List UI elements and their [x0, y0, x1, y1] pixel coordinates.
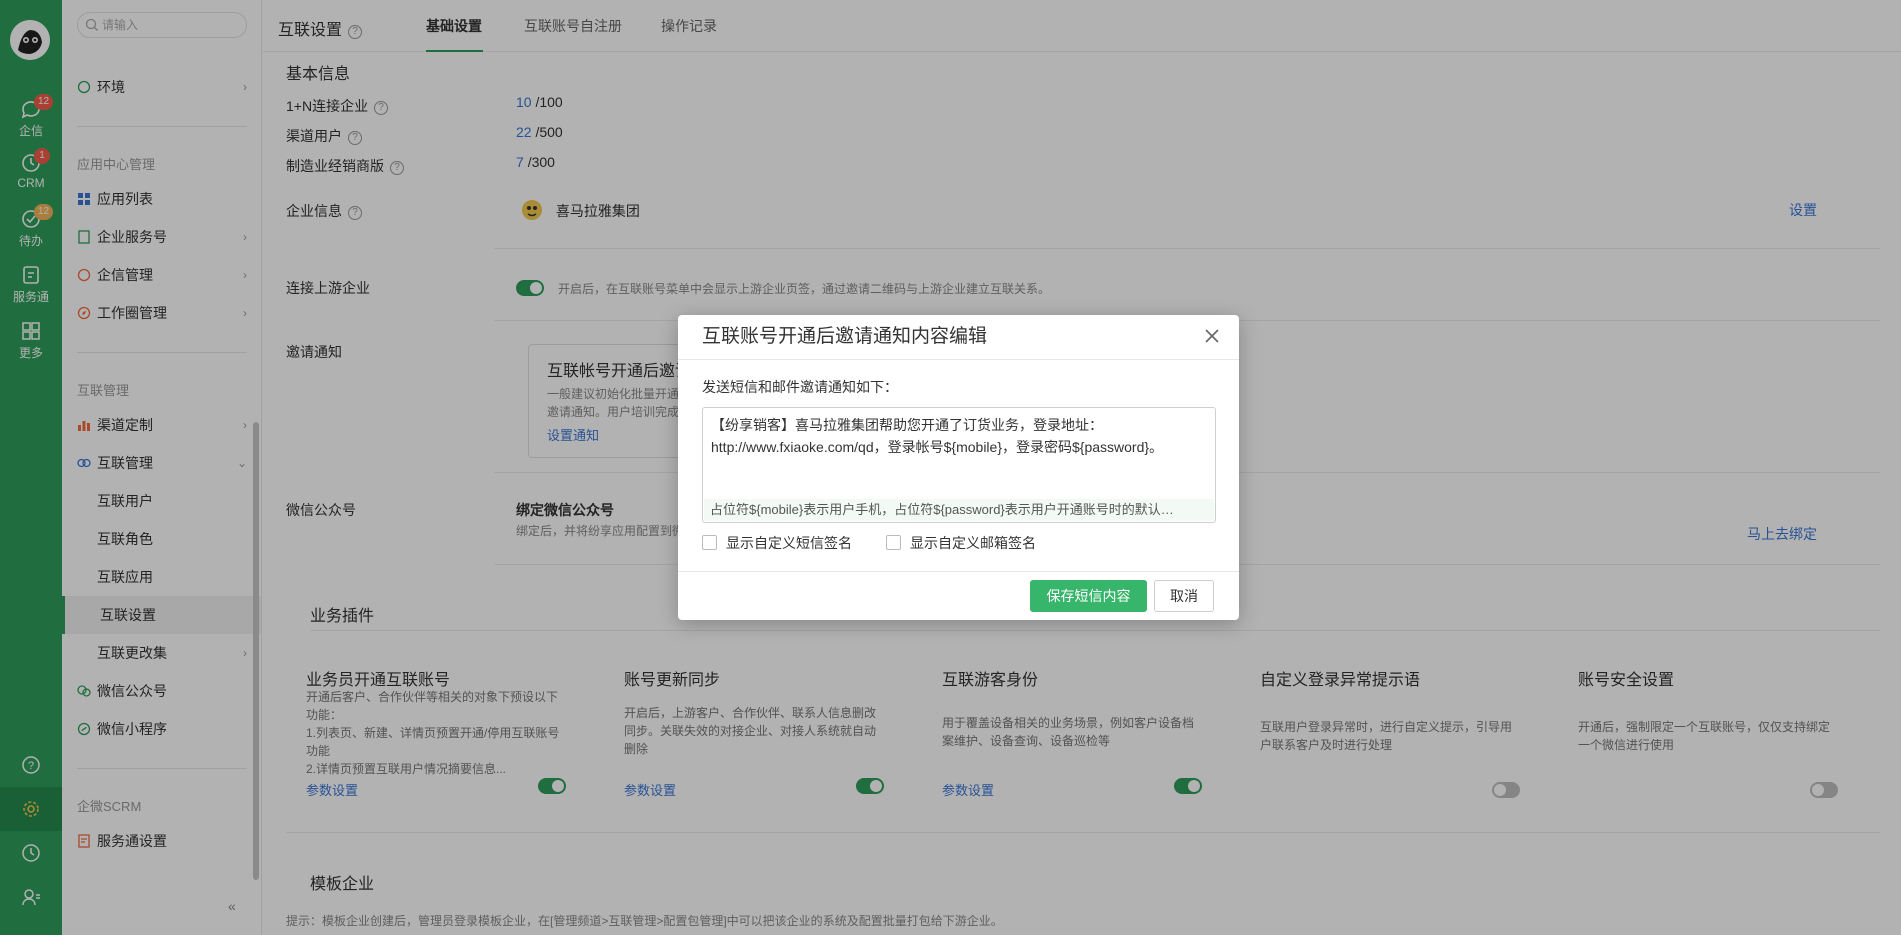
- message-textarea[interactable]: 【纷享销客】喜马拉雅集团帮助您开通了订货业务，登录地址： http://www.…: [702, 407, 1216, 523]
- checkbox-box[interactable]: [886, 535, 901, 550]
- close-icon[interactable]: [1203, 327, 1221, 345]
- email-signature-checkbox[interactable]: 显示自定义邮箱签名: [886, 535, 1036, 551]
- save-sms-button[interactable]: 保存短信内容: [1030, 580, 1147, 612]
- checkbox-label: 显示自定义邮箱签名: [910, 535, 1036, 551]
- checkbox-label: 显示自定义短信签名: [726, 535, 852, 551]
- message-line: http://www.fxiaoke.com/qd，登录帐号${mobile}，…: [711, 439, 1164, 455]
- dialog-divider: [678, 359, 1239, 360]
- cancel-button[interactable]: 取消: [1154, 580, 1214, 612]
- checkbox-box[interactable]: [702, 535, 717, 550]
- dialog-subtitle: 发送短信和邮件邀请通知如下：: [702, 379, 898, 395]
- message-line: 【纷享销客】喜马拉雅集团帮助您开通了订货业务，登录地址：: [711, 417, 1103, 433]
- dialog-title: 互联账号开通后邀请通知内容编辑: [702, 326, 988, 347]
- placeholder-hint: 占位符${mobile}表示用户手机，占位符${password}表示用户开通账…: [704, 499, 1214, 521]
- dialog-divider: [678, 571, 1239, 572]
- invite-content-dialog: 互联账号开通后邀请通知内容编辑 发送短信和邮件邀请通知如下： 【纷享销客】喜马拉…: [678, 315, 1239, 620]
- sms-signature-checkbox[interactable]: 显示自定义短信签名: [702, 535, 852, 551]
